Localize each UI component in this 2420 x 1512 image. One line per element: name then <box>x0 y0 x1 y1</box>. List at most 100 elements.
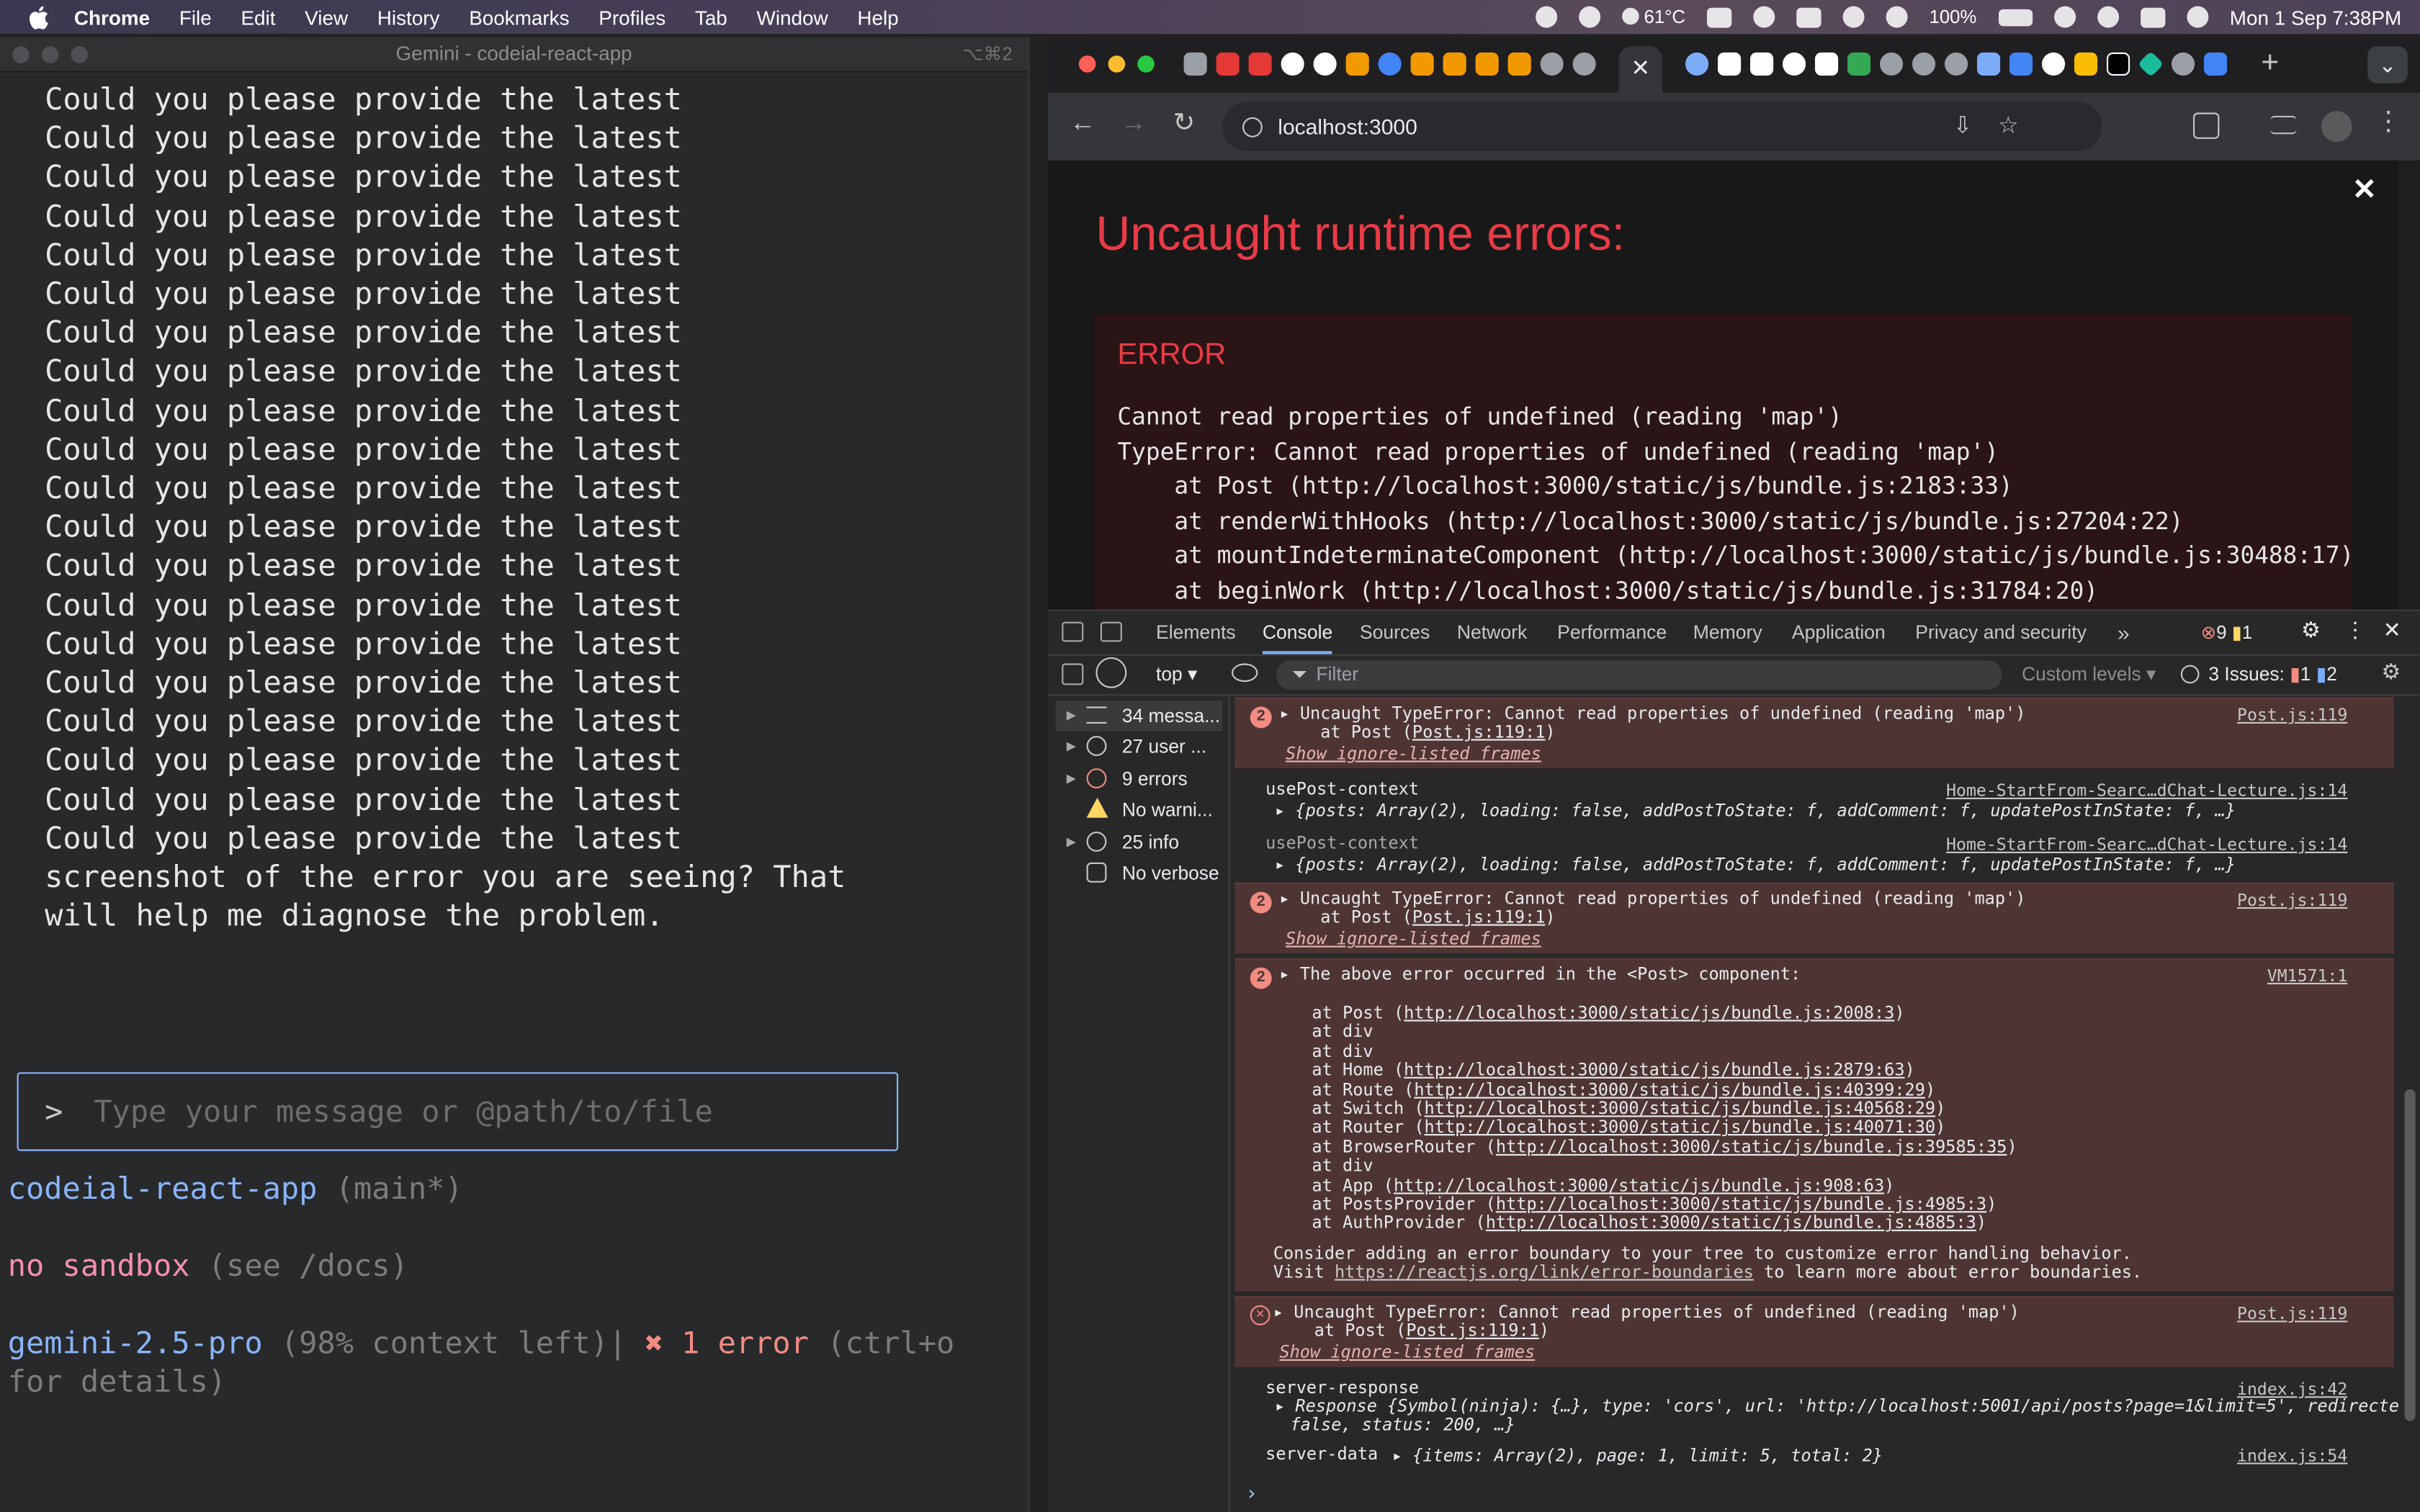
devtools-menu-icon[interactable]: ⋮ <box>2344 618 2366 640</box>
menu-chrome[interactable]: Chrome <box>74 6 150 29</box>
compass-icon[interactable] <box>1579 6 1601 28</box>
app-tab-icon[interactable] <box>1410 52 1434 76</box>
google-tab-icon[interactable] <box>2042 52 2066 76</box>
menu-window[interactable]: Window <box>757 6 828 29</box>
tab-network[interactable]: Network <box>1457 611 1527 654</box>
expand-triangle-icon[interactable]: ▶ <box>1067 827 1076 858</box>
source-link[interactable]: Post.js:119:1 <box>1412 722 1545 742</box>
ai-tab-icon[interactable] <box>1718 52 1742 76</box>
clear-console-icon[interactable] <box>1095 657 1127 688</box>
battery-percent[interactable]: 100% <box>1930 6 1977 28</box>
source-link[interactable]: Post.js:119:1 <box>1406 1320 1538 1341</box>
cloud-icon[interactable] <box>1753 6 1775 28</box>
source-file-link[interactable]: VM1571:1 <box>2267 966 2347 986</box>
show-ignore-listed-link[interactable]: Show ignore-listed frames <box>1286 930 1541 950</box>
chrome-menu-icon[interactable]: ⋮ <box>2375 107 2401 138</box>
gear-tab-icon[interactable] <box>1912 52 1936 76</box>
console-scrollbar[interactable] <box>2404 1089 2416 1421</box>
context-selector[interactable]: top ▾ <box>1156 656 1197 695</box>
tab-sources[interactable]: Sources <box>1360 611 1430 654</box>
source-file-link[interactable]: index.js:54 <box>2237 1446 2347 1466</box>
github-tab-icon[interactable] <box>1313 52 1337 76</box>
source-link[interactable]: Post.js:119:1 <box>1412 907 1545 927</box>
sidebar-toggle-icon[interactable] <box>1062 663 1084 685</box>
menu-history[interactable]: History <box>377 6 440 29</box>
inspect-element-icon[interactable] <box>1062 621 1084 642</box>
speaker-tab-icon[interactable] <box>1183 52 1207 76</box>
settings-gear-icon[interactable]: ⚙ <box>2301 618 2321 640</box>
app-tab-icon[interactable] <box>1475 52 1499 76</box>
keyboard-icon[interactable] <box>1707 6 1732 27</box>
console-log-message[interactable]: usePost-context ▸ {posts: Array(2), load… <box>1234 827 2393 877</box>
menu-edit[interactable]: Edit <box>241 6 275 29</box>
tab-privacy-security[interactable]: Privacy and security <box>1915 611 2087 654</box>
frame-url-link[interactable]: http://localhost:3000/static/js/bundle.j… <box>1425 1099 1936 1119</box>
console-error-message[interactable]: 2 ▸ Uncaught TypeError: Cannot read prop… <box>1234 882 2394 954</box>
extensions-icon[interactable] <box>2193 112 2220 139</box>
app-tab-icon[interactable] <box>2137 50 2164 78</box>
console-error-message[interactable]: 2 ▸ The above error occurred in the <Pos… <box>1234 958 2394 1292</box>
menu-file[interactable]: File <box>179 6 212 29</box>
menu-bookmarks[interactable]: Bookmarks <box>469 6 569 29</box>
log-levels-dropdown[interactable]: Custom levels ▾ <box>2022 656 2156 695</box>
sun-icon[interactable] <box>1536 6 1558 28</box>
ai-tab-icon[interactable] <box>1750 52 1774 76</box>
tab-performance[interactable]: Performance <box>1557 611 1667 654</box>
printer-icon[interactable] <box>1796 6 1821 27</box>
source-file-link[interactable]: index.js:42 <box>2237 1380 2347 1400</box>
tab-elements[interactable]: Elements <box>1156 611 1236 654</box>
app-tab-icon[interactable] <box>2204 52 2228 76</box>
new-tab-button[interactable]: + <box>2261 46 2279 81</box>
expand-triangle-icon[interactable]: ▶ <box>1067 764 1076 795</box>
install-app-icon[interactable]: ⇩ <box>1953 102 1973 151</box>
frame-url-link[interactable]: http://localhost:3000/static/js/bundle.j… <box>1414 1079 1925 1099</box>
app-tab-icon[interactable] <box>1977 52 2001 76</box>
weather-status[interactable]: 61°C <box>1622 6 1685 28</box>
siri-icon[interactable] <box>2186 6 2208 28</box>
filter-input[interactable]: ⏷ Filter <box>1276 660 2002 690</box>
app-tab-icon[interactable] <box>1507 52 1531 76</box>
bird-icon[interactable] <box>1842 6 1865 28</box>
zoom-window-button[interactable] <box>71 46 89 63</box>
source-file-link[interactable]: Post.js:119 <box>2237 705 2347 725</box>
youtube-tab-icon[interactable] <box>1216 52 1240 76</box>
globe-tab-icon[interactable] <box>1572 52 1596 76</box>
terminal-titlebar[interactable]: Gemini - codeial-react-app ⌥⌘2 <box>0 37 1028 73</box>
reload-button[interactable]: ↻ <box>1173 108 1196 139</box>
console-settings-gear-icon[interactable]: ⚙ <box>2381 659 2401 685</box>
source-file-link[interactable]: Post.js:119 <box>2237 890 2347 910</box>
sidebar-item-messages[interactable]: ▶ 34 messa... <box>1055 700 1223 732</box>
app-tab-icon[interactable] <box>1815 52 1839 76</box>
cloud-tab-icon[interactable] <box>1847 52 1871 76</box>
console-log-message[interactable]: server-response ▸ Response {Symbol(ninja… <box>1234 1372 2398 1436</box>
control-center-icon[interactable] <box>2140 6 2165 27</box>
tab-search-chevron-icon[interactable]: ⌄ <box>2367 46 2408 84</box>
zoom-window-button[interactable] <box>1137 55 1155 73</box>
log-object[interactable]: ▸ {posts: Array(2), loading: false, addP… <box>1275 801 2236 822</box>
wifi-icon[interactable] <box>2053 6 2076 28</box>
live-expression-eye-icon[interactable] <box>1232 663 1258 683</box>
close-window-button[interactable] <box>12 46 30 63</box>
frame-url-link[interactable]: http://localhost:3000/static/js/bundle.j… <box>1425 1117 1936 1138</box>
console-error-message[interactable]: 2 ▸ Uncaught TypeError: Cannot read prop… <box>1234 697 2394 769</box>
youtube-tab-icon[interactable] <box>1248 52 1272 76</box>
boundary-link[interactable]: https://reactjs.org/link/error-boundarie… <box>1335 1262 1754 1282</box>
tab-application[interactable]: Application <box>1792 611 1886 654</box>
globe-tab-icon[interactable] <box>1540 52 1564 76</box>
tab-memory[interactable]: Memory <box>1693 611 1762 654</box>
github-tab-icon[interactable] <box>1783 52 1806 76</box>
frame-url-link[interactable]: http://localhost:3000/static/js/bundle.j… <box>1496 1137 2007 1157</box>
console-log-message[interactable]: usePost-context ▸ {posts: Array(2), load… <box>1234 773 2393 823</box>
play-icon[interactable] <box>1886 6 1908 28</box>
more-tabs-icon[interactable]: » <box>2118 611 2130 654</box>
minimize-window-button[interactable] <box>41 46 59 63</box>
expand-triangle-icon[interactable]: ▶ <box>1067 732 1076 762</box>
close-devtools-icon[interactable]: ✕ <box>2383 618 2401 640</box>
console-log-message[interactable]: server-data ▸ {items: Array(2), page: 1,… <box>1234 1439 2393 1473</box>
close-window-button[interactable] <box>1078 55 1096 73</box>
source-file-link[interactable]: Home-StartFrom-Searc…dChat-Lecture.js:14 <box>1946 834 2347 855</box>
site-info-icon[interactable] <box>1242 117 1263 138</box>
frame-url-link[interactable]: http://localhost:3000/static/js/bundle.j… <box>1486 1213 1976 1233</box>
gear-tab-icon[interactable] <box>1685 52 1709 76</box>
api-tab-icon[interactable] <box>2009 52 2033 76</box>
